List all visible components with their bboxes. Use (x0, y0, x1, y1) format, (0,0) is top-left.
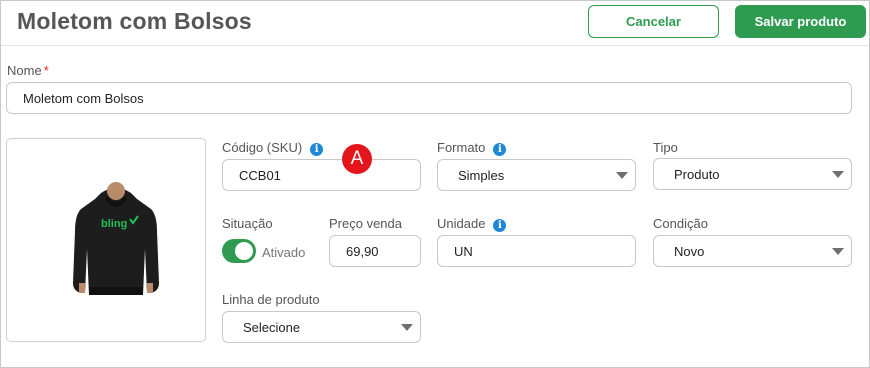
annotation-marker-a: A (342, 144, 372, 174)
sku-label: Código (SKU) i (222, 140, 324, 156)
bling-logo-text: bling (101, 218, 127, 230)
hoodie-image: bling (73, 182, 159, 295)
unit-input-value: UN (454, 243, 473, 259)
toggle-knob (235, 242, 253, 260)
name-input-value: Moletom com Bolsos (23, 90, 144, 106)
format-label: Formato i (437, 140, 507, 156)
page-title: Moletom com Bolsos (17, 8, 252, 34)
unit-input[interactable]: UN (437, 235, 636, 267)
type-select-value: Produto (674, 166, 720, 182)
page-header: Moletom com Bolsos Cancelar Salvar produ… (1, 1, 869, 46)
format-label-text: Formato (437, 140, 486, 155)
price-label: Preço venda (329, 216, 402, 231)
product-image[interactable]: bling (6, 138, 206, 342)
name-label-text: Nome (7, 63, 42, 78)
chevron-down-icon (401, 324, 413, 331)
status-toggle-label: Ativado (262, 245, 306, 260)
save-product-button[interactable]: Salvar produto (735, 5, 866, 38)
unit-label: Unidade i (437, 216, 507, 232)
sku-input-value: CCB01 (239, 167, 281, 183)
type-label: Tipo (653, 140, 678, 155)
price-input[interactable]: 69,90 (329, 235, 421, 267)
price-input-value: 69,90 (346, 243, 379, 259)
status-label: Situação (222, 216, 273, 231)
product-line-select[interactable]: Selecione (222, 311, 421, 343)
condition-select-value: Novo (674, 243, 705, 259)
name-label: Nome * (7, 63, 49, 78)
info-icon[interactable]: i (493, 143, 507, 156)
sku-input[interactable]: CCB01 (222, 159, 421, 191)
product-line-label: Linha de produto (222, 292, 320, 307)
format-select-value: Simples (458, 167, 505, 183)
unit-label-text: Unidade (437, 216, 486, 231)
sku-label-text: Código (SKU) (222, 140, 303, 155)
name-input[interactable]: Moletom com Bolsos (6, 82, 852, 114)
format-select[interactable]: Simples (437, 159, 636, 191)
chevron-down-icon (616, 172, 628, 179)
required-mark: * (43, 63, 49, 78)
info-icon[interactable]: i (310, 143, 324, 156)
product-line-select-value: Selecione (243, 319, 301, 335)
status-toggle[interactable] (222, 239, 256, 263)
chevron-down-icon (832, 171, 844, 178)
condition-select[interactable]: Novo (653, 235, 852, 267)
chevron-down-icon (832, 248, 844, 255)
cancel-button[interactable]: Cancelar (588, 5, 719, 38)
type-select[interactable]: Produto (653, 158, 852, 190)
condition-label: Condição (653, 216, 708, 231)
info-icon[interactable]: i (493, 219, 507, 232)
